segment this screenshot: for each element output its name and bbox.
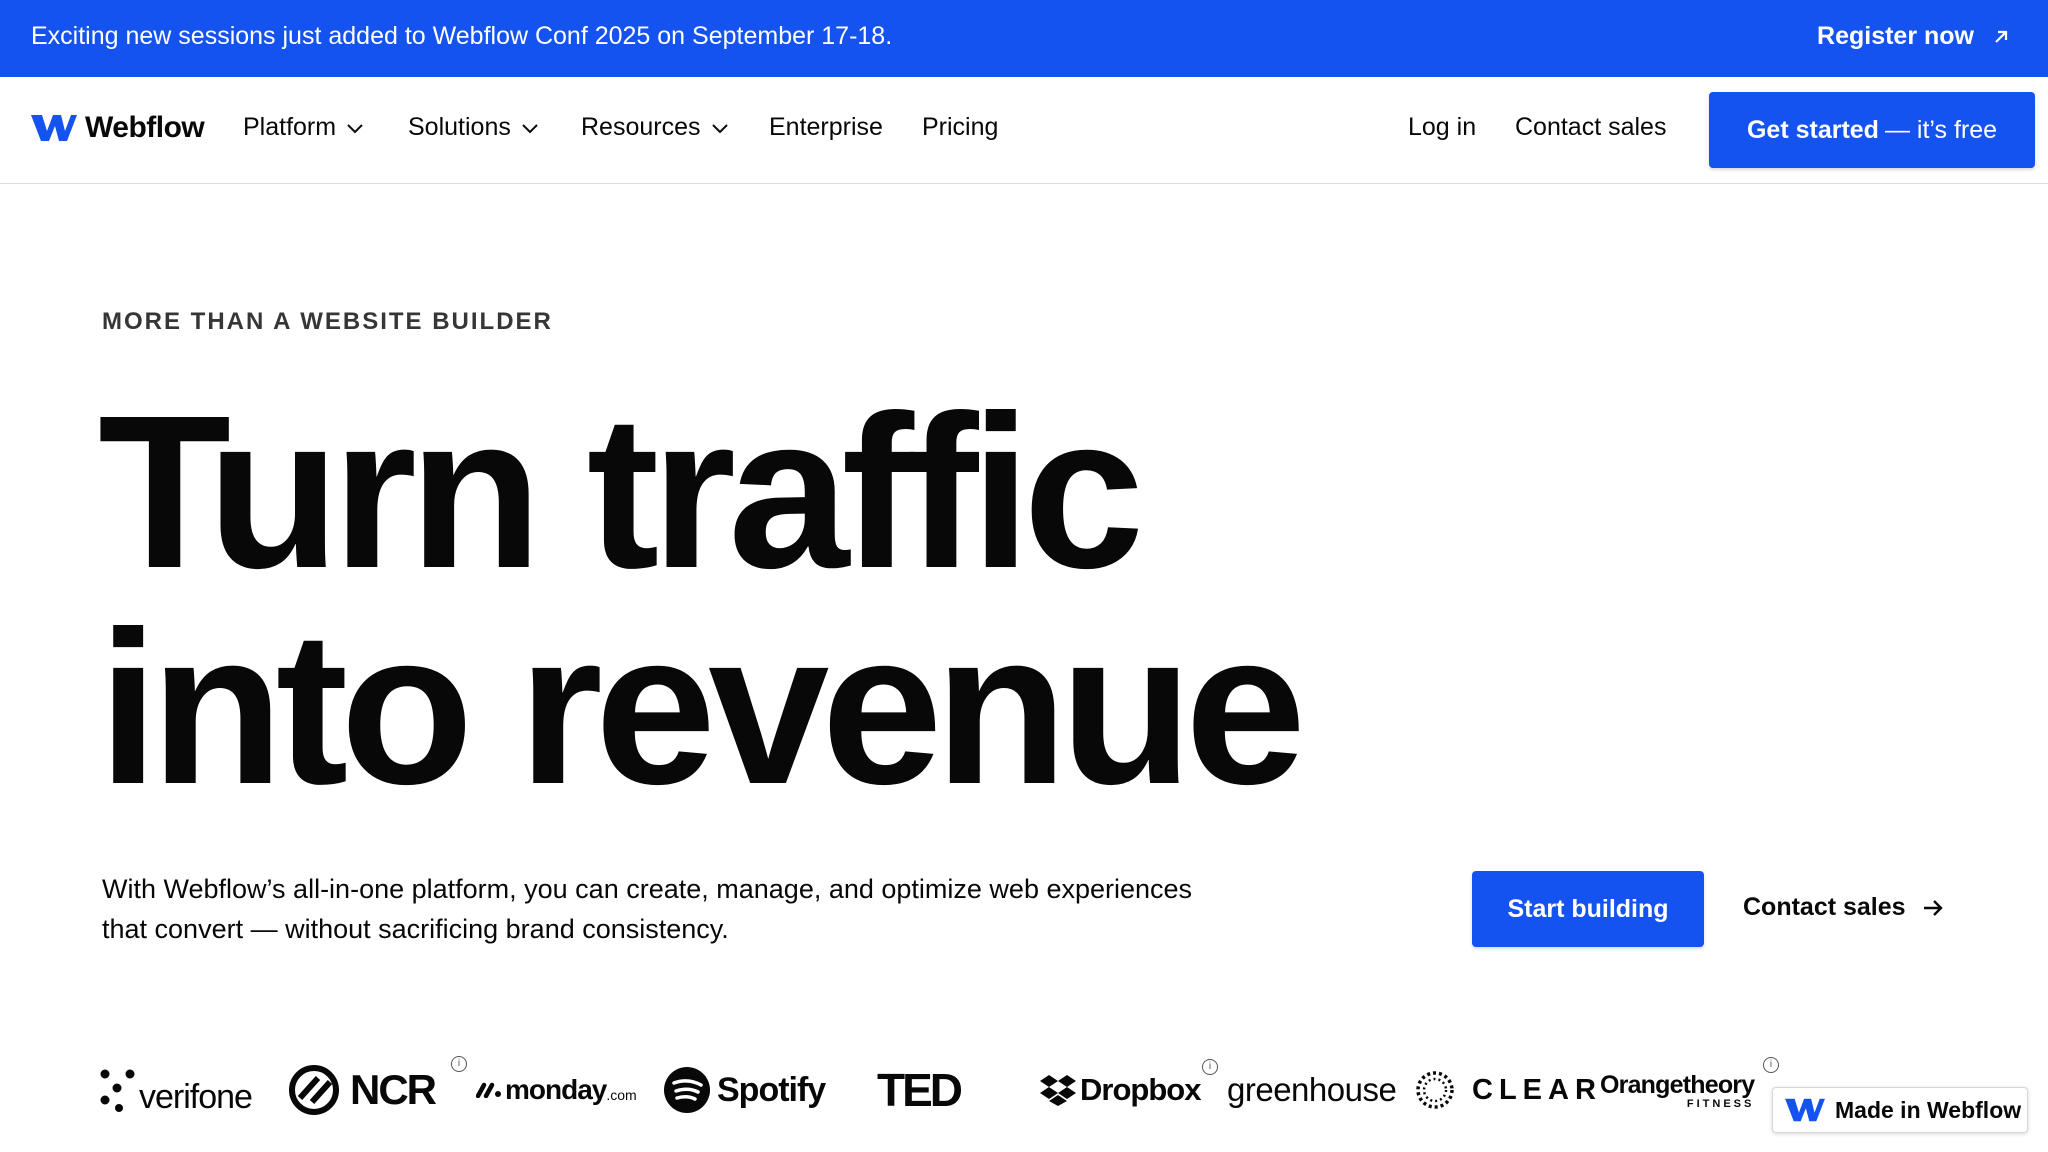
monday-mark-icon [476, 1082, 501, 1098]
orangetheory-subtext: FITNESS [1686, 1097, 1755, 1110]
verifone-text: verifone [139, 1077, 253, 1116]
webflow-mark-icon [31, 115, 77, 141]
orangetheory-logo: Orangetheory FITNESS [1600, 1050, 1755, 1130]
arrow-up-right-icon [1995, 30, 2008, 43]
hero-eyebrow: MORE THAN A WEBSITE BUILDER [102, 308, 553, 335]
arrow-right-icon [1923, 899, 1943, 916]
headline-line-1: Turn traffic [98, 371, 1144, 614]
dropbox-logo: Dropbox [1040, 1050, 1201, 1130]
info-icon[interactable]: i [1202, 1059, 1218, 1075]
start-building-button[interactable]: Start building [1472, 871, 1704, 947]
brand-name: Webflow [85, 111, 205, 144]
get-started-button[interactable]: Get started — it’s free [1709, 92, 2035, 168]
get-started-suffix: — it’s free [1884, 115, 1998, 144]
ncr-logo: NCR [288, 1050, 437, 1130]
verifone-logo: verifone [100, 1050, 253, 1130]
get-started-label: Get started [1746, 115, 1879, 144]
monday-suffix: .com [606, 1087, 637, 1103]
info-icon[interactable]: i [1763, 1057, 1779, 1073]
monday-logo: monday .com [476, 1050, 637, 1130]
chevron-down-icon [347, 123, 363, 133]
nav-enterprise[interactable]: Enterprise [769, 113, 883, 142]
clear-text: CLEAR [1472, 1073, 1602, 1106]
hero-headline: Turn traffic into revenue [98, 371, 1306, 830]
spotify-mark-icon [664, 1067, 710, 1113]
orangetheory-text: Orangetheory [1600, 1070, 1755, 1099]
greenhouse-logo: greenhouse [1227, 1050, 1397, 1130]
hero-contact-sales-link[interactable]: Contact sales [1743, 893, 1944, 922]
login-label: Log in [1408, 113, 1477, 141]
register-now-link[interactable]: Register now [1817, 22, 2010, 51]
webflow-mark-icon [1785, 1098, 1825, 1122]
nav-resources[interactable]: Resources [581, 113, 729, 142]
verifone-dots-icon [100, 1069, 135, 1112]
register-now-label: Register now [1817, 22, 1974, 50]
banner-text: Exciting new sessions just added to Webf… [31, 22, 893, 50]
chevron-down-icon [711, 123, 728, 133]
spotify-text: Spotify [717, 1070, 826, 1109]
chevron-down-icon [522, 123, 538, 133]
login-link[interactable]: Log in [1408, 113, 1476, 142]
monday-text: monday [505, 1074, 607, 1105]
ted-text: TED [877, 1064, 963, 1116]
nav-contact-sales-link[interactable]: Contact sales [1515, 113, 1666, 142]
nav-pricing[interactable]: Pricing [922, 113, 998, 142]
made-in-webflow-badge[interactable]: Made in Webflow [1772, 1087, 2028, 1133]
nav-platform[interactable]: Platform [243, 113, 364, 142]
customer-logos: verifone NCR i monday .com Spotify TED D… [100, 1050, 2000, 1130]
nav-solutions[interactable]: Solutions [408, 113, 539, 142]
nav-solutions-label: Solutions [408, 113, 511, 141]
clear-mark-icon [1416, 1071, 1454, 1109]
announcement-banner: Exciting new sessions just added to Webf… [0, 0, 2048, 77]
nav-pricing-label: Pricing [922, 113, 999, 141]
webflow-logo[interactable]: Webflow [31, 111, 205, 145]
made-in-webflow-label: Made in Webflow [1835, 1096, 2022, 1123]
hero-subtitle: With Webflow’s all-in-one platform, you … [102, 874, 1193, 944]
headline-line-2: into revenue [98, 587, 1306, 830]
nav-contact-sales-label: Contact sales [1515, 113, 1667, 141]
nav-platform-label: Platform [243, 113, 337, 141]
nav-resources-label: Resources [581, 113, 701, 141]
ted-logo: TED [877, 1050, 963, 1130]
hero-contact-sales-label: Contact sales [1743, 893, 1906, 921]
dropbox-text: Dropbox [1080, 1072, 1201, 1107]
nav-enterprise-label: Enterprise [769, 113, 883, 141]
ncr-text: NCR [350, 1066, 437, 1113]
spotify-logo: Spotify [663, 1050, 826, 1130]
clear-logo: CLEAR [1414, 1050, 1602, 1130]
greenhouse-text: greenhouse [1227, 1071, 1397, 1108]
info-icon[interactable]: i [451, 1056, 467, 1072]
main-navigation: Webflow Platform Solutions Resources Ent… [0, 77, 2048, 184]
dropbox-mark-icon [1040, 1075, 1076, 1106]
